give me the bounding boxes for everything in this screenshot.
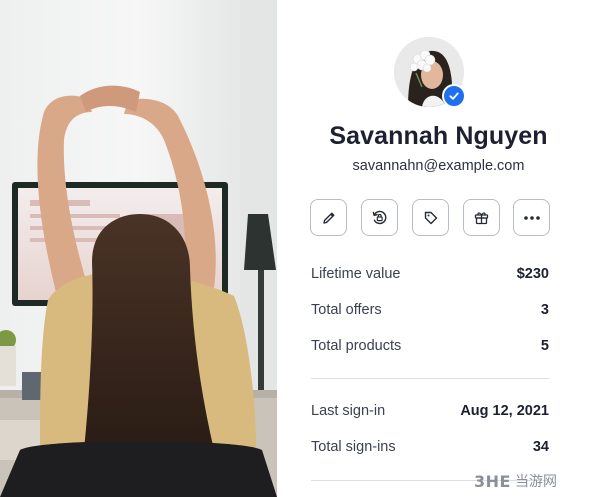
watermark-logo: 3HE: [474, 471, 511, 491]
profile-email[interactable]: savannahn@example.com: [277, 158, 600, 174]
reset-password-button[interactable]: [361, 199, 398, 236]
offers-button[interactable]: [412, 199, 449, 236]
section-divider: [311, 378, 549, 379]
action-toolbar: [310, 199, 550, 236]
stat-row-total-offers: Total offers 3: [311, 302, 549, 322]
activity-value: 34: [532, 439, 549, 455]
activity-value: Aug 12, 2021: [460, 403, 549, 419]
stat-row-lifetime-value: Lifetime value $230: [311, 266, 549, 286]
tag-icon: [423, 210, 439, 226]
avatar-wrapper: [394, 37, 466, 108]
stat-row-total-products: Total products 5: [311, 338, 549, 358]
site-watermark: 3HE 当游网: [474, 469, 600, 493]
profile-card: Savannah Nguyen savannahn@example.com Li…: [277, 0, 600, 497]
profile-cover-photo: [0, 0, 277, 497]
watermark-text: 当游网: [514, 474, 557, 490]
refresh-lock-icon: [371, 209, 388, 226]
activity-label: Last sign-in: [311, 403, 386, 419]
more-icon: [523, 215, 541, 221]
verified-check-icon: [442, 84, 466, 108]
more-options-button[interactable]: [513, 199, 550, 236]
stat-label: Lifetime value: [311, 266, 401, 282]
gift-icon: [473, 209, 490, 226]
pencil-icon: [321, 210, 337, 226]
stat-value: 3: [540, 302, 549, 318]
activity-label: Total sign-ins: [311, 439, 396, 455]
gift-button[interactable]: [463, 199, 500, 236]
activity-row-last-sign-in: Last sign-in Aug 12, 2021: [311, 403, 549, 423]
stat-label: Total products: [311, 338, 402, 354]
edit-button[interactable]: [310, 199, 347, 236]
stat-label: Total offers: [311, 302, 382, 318]
profile-name: Savannah Nguyen: [329, 122, 548, 150]
stat-value: 5: [540, 338, 549, 354]
activity-row-total-sign-ins: Total sign-ins 34: [311, 439, 549, 459]
stat-value: $230: [516, 266, 549, 282]
